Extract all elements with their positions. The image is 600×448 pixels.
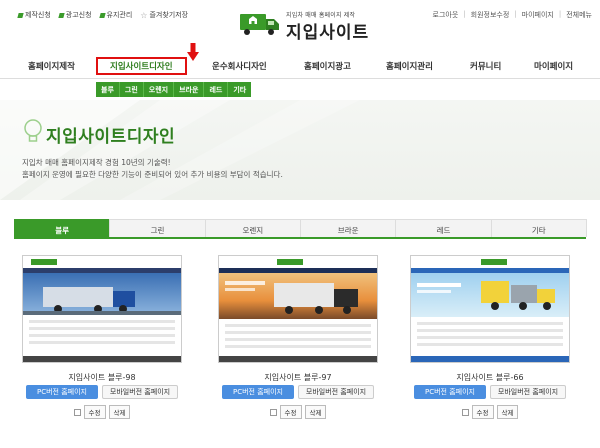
delete-button[interactable]: 삭제 (108, 405, 131, 419)
edit-button[interactable]: 수정 (83, 405, 106, 419)
design-thumbnail[interactable] (22, 255, 182, 363)
divider: | (514, 10, 517, 18)
check-icon (58, 12, 65, 18)
light-rays-decoration (0, 100, 360, 200)
nav-divider (0, 78, 600, 79)
edit-button[interactable]: 수정 (279, 405, 302, 419)
pc-version-button[interactable]: PC버전 홈페이지 (26, 385, 98, 399)
hero-banner: 지입사이트디자인 지입차 매매 홈페이지제작 경험 10년의 기술력! 홈페이지… (0, 100, 600, 200)
nav-transport-design[interactable]: 운수회사디자인 (212, 60, 267, 72)
tab-red[interactable]: 레드 (395, 219, 492, 237)
select-checkbox[interactable] (461, 408, 469, 416)
site-logo[interactable]: 지입차 매매 홈페이지 제작 지입사이트 (240, 8, 370, 43)
logo-name: 지입사이트 (286, 23, 370, 43)
mypage-link[interactable]: 마이페이지 (522, 10, 554, 20)
subnav-red[interactable]: 레드 (204, 82, 229, 97)
design-title: 지입사이트 블루-66 (456, 373, 524, 382)
nav-community[interactable]: 커뮤니티 (470, 60, 501, 72)
check-icon (98, 12, 106, 18)
hero-description-1: 지입차 매매 홈페이지제작 경험 10년의 기술력! (22, 158, 171, 167)
apply-production-link[interactable]: 제작신청 (17, 10, 51, 20)
truck-image (23, 287, 181, 315)
mobile-version-button[interactable]: 모바일버전 홈페이지 (298, 385, 374, 399)
tab-green[interactable]: 그린 (109, 219, 206, 237)
pc-version-button[interactable]: PC버전 홈페이지 (414, 385, 486, 399)
truck-image (417, 281, 555, 310)
truck-logo-icon (240, 14, 279, 35)
mobile-version-button[interactable]: 모바일버전 홈페이지 (102, 385, 178, 399)
select-checkbox[interactable] (269, 408, 277, 416)
edit-button[interactable]: 수정 (471, 405, 494, 419)
divider: | (463, 10, 466, 18)
nav-mypage[interactable]: 마이페이지 (534, 60, 573, 72)
account-links: 로그아웃 | 회원정보수정 | 마이페이지 | 전체메뉴 (433, 10, 592, 20)
logout-link[interactable]: 로그아웃 (433, 10, 459, 20)
color-tabs: 블루 그린 오렌지 브라운 레드 기타 (14, 219, 587, 239)
design-card: 지입사이트 블루-66 PC버전 홈페이지 모바일버전 홈페이지 수정 삭제 (410, 255, 570, 430)
maintenance-link[interactable]: 유지관리 (98, 10, 132, 20)
truck-image (225, 281, 358, 314)
pc-version-button[interactable]: PC버전 홈페이지 (222, 385, 294, 399)
main-nav: 홈페이지제작 지입사이트디자인 운수회사디자인 홈페이지광고 홈페이지관리 커뮤… (0, 57, 600, 76)
subnav-brown[interactable]: 브라운 (174, 82, 205, 97)
delete-button[interactable]: 삭제 (496, 405, 519, 419)
nav-site-design[interactable]: 지입사이트디자인 (96, 57, 187, 75)
subnav-etc[interactable]: 기타 (228, 82, 251, 97)
design-thumbnail[interactable] (410, 255, 570, 363)
design-card: 지입사이트 블루-97 PC버전 홈페이지 모바일버전 홈페이지 수정 삭제 (218, 255, 378, 430)
nav-homepage-ads[interactable]: 홈페이지광고 (304, 60, 351, 72)
arrow-down-icon (187, 43, 199, 61)
tab-brown[interactable]: 브라운 (299, 219, 397, 237)
design-title: 지입사이트 블루-97 (264, 373, 332, 382)
design-title: 지입사이트 블루-98 (68, 373, 136, 382)
apply-ad-link[interactable]: 광고신청 (58, 10, 92, 20)
nav-homepage-production[interactable]: 홈페이지제작 (28, 60, 75, 72)
check-icon (17, 12, 24, 18)
lightbulb-icon (24, 119, 42, 142)
bookmark-link[interactable]: ☆ 즐겨찾기저장 (140, 10, 188, 20)
subnav-green[interactable]: 그린 (120, 82, 144, 97)
sub-nav: 블루 그린 오렌지 브라운 레드 기타 (96, 82, 252, 97)
tab-etc[interactable]: 기타 (490, 219, 587, 237)
nav-homepage-management[interactable]: 홈페이지관리 (386, 60, 433, 72)
mobile-version-button[interactable]: 모바일버전 홈페이지 (490, 385, 566, 399)
full-menu-link[interactable]: 전체메뉴 (566, 10, 592, 20)
page-title: 지입사이트디자인 (46, 127, 176, 147)
subnav-blue[interactable]: 블루 (96, 82, 120, 97)
design-thumbnail[interactable] (218, 255, 378, 363)
divider: | (558, 10, 562, 18)
subnav-orange[interactable]: 오렌지 (144, 82, 175, 97)
edit-profile-link[interactable]: 회원정보수정 (471, 10, 510, 20)
select-checkbox[interactable] (73, 408, 81, 416)
hero-description-2: 홈페이지 운영에 필요한 다양한 기능이 준비되어 있어 추가 비용의 부담이 … (22, 170, 283, 179)
utility-links: 제작신청 광고신청 유지관리 ☆ 즐겨찾기저장 (17, 10, 188, 20)
star-icon: ☆ (140, 10, 148, 20)
design-card: 지입사이트 블루-98 PC버전 홈페이지 모바일버전 홈페이지 수정 삭제 (22, 255, 182, 430)
delete-button[interactable]: 삭제 (304, 405, 327, 419)
tab-orange[interactable]: 오렌지 (204, 219, 301, 237)
tab-blue[interactable]: 블루 (14, 219, 111, 237)
